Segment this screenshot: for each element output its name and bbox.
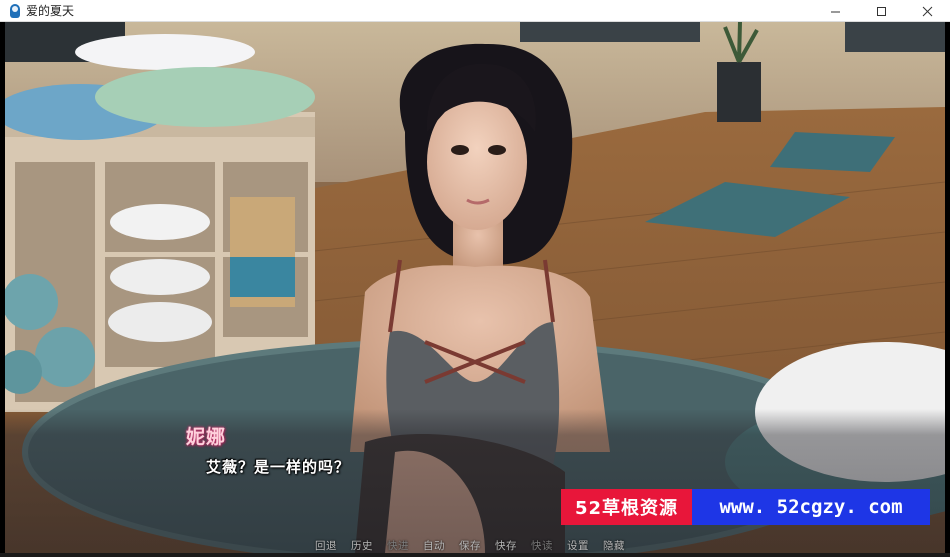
minimize-icon: [830, 11, 840, 12]
quick-menu-quick-save[interactable]: 快存: [495, 538, 517, 553]
maximize-button[interactable]: [858, 0, 904, 22]
minimize-button[interactable]: [812, 0, 858, 22]
quick-menu-preferences[interactable]: 设置: [567, 538, 589, 553]
quick-menu-auto[interactable]: 自动: [423, 538, 445, 553]
quick-menu: 回退 历史 快进 自动 保存 快存 快读 设置 隐藏: [315, 538, 639, 553]
watermark-banner-left: 52草根资源: [561, 489, 692, 525]
window-bottom-border: [0, 553, 950, 557]
app-icon: [10, 3, 20, 18]
game-viewport[interactable]: 妮娜 艾薇？是一样的吗？ 52草根资源 www. 52cgzy. com 回退 …: [5, 22, 945, 553]
dialogue-window[interactable]: [5, 409, 945, 553]
quick-menu-save[interactable]: 保存: [459, 538, 481, 553]
close-icon: [922, 6, 932, 16]
watermark-banner: 52草根资源 www. 52cgzy. com: [561, 489, 930, 525]
window-title: 爱的夏天: [26, 4, 75, 18]
maximize-icon: [876, 6, 886, 16]
quick-menu-back[interactable]: 回退: [315, 538, 337, 553]
quick-menu-hide[interactable]: 隐藏: [603, 538, 625, 553]
quick-menu-quick-load[interactable]: 快读: [531, 538, 553, 553]
dialogue-text: 艾薇？是一样的吗？: [206, 458, 351, 476]
quick-menu-history[interactable]: 历史: [351, 538, 373, 553]
window-titlebar: 爱的夏天: [0, 0, 950, 22]
speaker-name: 妮娜: [186, 426, 227, 448]
quick-menu-skip[interactable]: 快进: [387, 538, 409, 553]
close-button[interactable]: [904, 0, 950, 22]
watermark-banner-right: www. 52cgzy. com: [692, 489, 930, 525]
window-controls: [812, 0, 950, 22]
